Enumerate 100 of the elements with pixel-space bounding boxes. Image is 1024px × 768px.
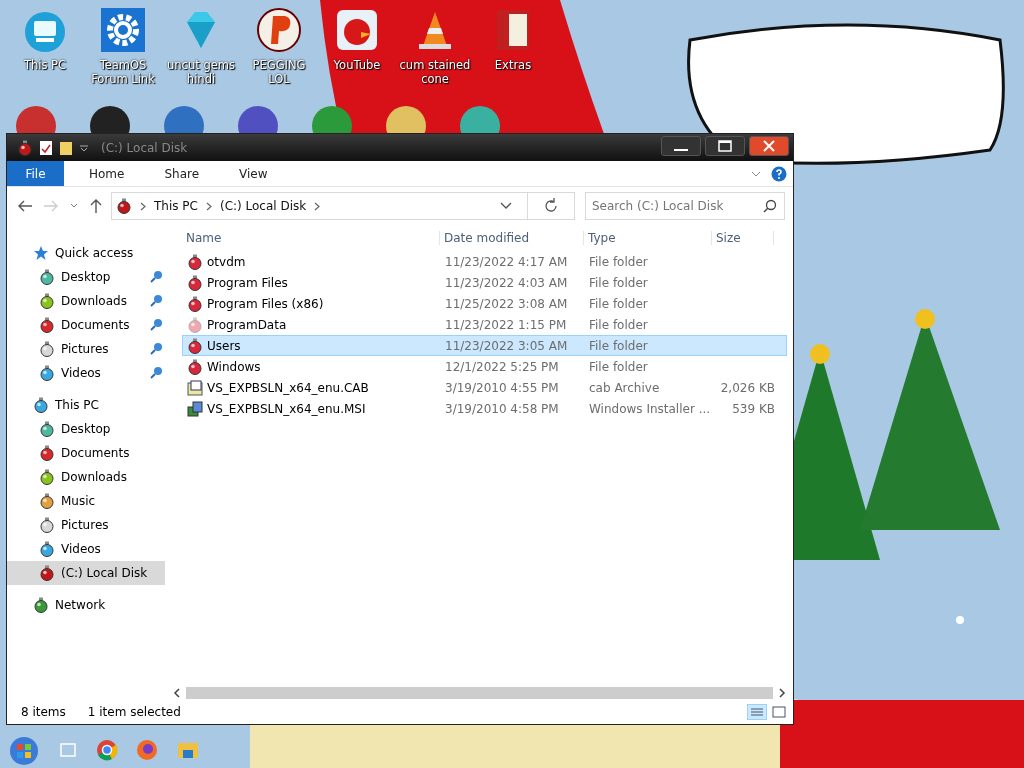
scrollbar-thumb[interactable] [186,687,773,699]
column-header[interactable]: Name [182,231,440,245]
shortcut-icon[interactable] [99,6,147,54]
chevron-icon [205,201,212,211]
file-row[interactable]: Program Files 11/23/2022 4:03 AM File folder [182,272,787,293]
type-cell-text: File folder [588,317,649,332]
date-cell-text: 3/19/2010 4:55 PM [444,380,560,395]
thumbnails-view-icon[interactable] [771,704,787,720]
sidebar-item[interactable]: Videos [7,361,165,385]
file-row[interactable]: VS_EXPBSLN_x64_enu.CAB 3/19/2010 4:55 PM cab Archive 2,026 KB [182,377,787,398]
sidebar-item[interactable]: Downloads [7,289,165,313]
sidebar-item[interactable]: Network [7,593,165,617]
caret-icon [69,202,79,210]
shortcut-icon[interactable] [162,104,206,134]
sidebar-item[interactable]: Desktop [7,265,165,289]
forward-icon [43,199,59,213]
shortcut-icon[interactable] [14,104,58,134]
column-header[interactable]: Date modified [440,231,584,245]
maximize-icon [718,140,732,152]
ribbon-tab[interactable]: View [224,161,283,186]
chrome-icon[interactable] [94,737,120,763]
dropdown-icon[interactable] [79,142,89,153]
sidebar-item[interactable]: Pictures [7,337,165,361]
sidebar-item[interactable]: This PC [7,393,165,417]
file-name: VS_EXPBSLN_x64_enu.CAB [207,380,369,395]
sidebar-item[interactable]: Documents [7,441,165,465]
minimize-button[interactable] [661,136,701,156]
file-name: ProgramData [207,317,287,332]
sidebar-item[interactable]: Pictures [7,513,165,537]
close-icon [763,140,775,152]
shortcut-icon[interactable] [255,6,303,54]
sidebar-item[interactable]: Desktop [7,417,165,441]
up-icon [89,198,103,214]
scroll-left-icon[interactable] [172,688,182,698]
sidebar-item[interactable]: Music [7,489,165,513]
computer-icon [33,397,49,413]
ribbon-tab[interactable]: Share [149,161,215,186]
sidebar-item[interactable]: Videos [7,537,165,561]
date-cell-text: 12/1/2022 5:25 PM [444,359,560,374]
file-row[interactable]: VS_EXPBSLN_x64_enu.MSI 3/19/2010 4:58 PM Windows Installer ... 539 KB [182,398,787,419]
shortcut-icon[interactable] [88,104,132,134]
shortcut-icon[interactable] [236,104,280,134]
search-field[interactable]: Search (C:) Local Disk [585,192,785,220]
type-cell-text: File folder [588,338,649,353]
column-header[interactable]: Size [712,231,774,245]
maximize-button[interactable] [705,136,745,156]
breadcrumb[interactable]: (C:) Local Disk [219,199,307,213]
disk-icon [17,139,33,156]
minimize-icon [674,149,688,151]
type-cell-text: File folder [588,359,649,374]
icon-label: PEGGING LOL [251,58,307,86]
chevron-icon [140,201,146,211]
file-name: otvdm [207,254,246,269]
shortcut-icon[interactable] [384,104,428,134]
date-cell-text: 11/23/2022 3:05 AM [444,338,569,353]
type-cell-text: File folder [588,275,649,290]
firefox-icon[interactable] [134,737,160,763]
icon-label: Extras [494,58,532,72]
sidebar-item[interactable]: Downloads [7,465,165,489]
size-cell-text: 539 KB [731,401,775,416]
close-button[interactable] [749,136,789,156]
icon-label: This PC [23,58,67,72]
sidebar-item[interactable]: (C:) Local Disk [7,561,165,585]
file-name: Users [207,338,241,353]
chevron-icon [314,201,321,211]
star-icon [33,245,49,261]
help-icon[interactable] [771,165,787,182]
ribbon-tab[interactable]: Home [74,161,140,186]
shortcut-icon[interactable] [310,104,354,134]
icon-label: YouTube [333,58,381,72]
sidebar-item[interactable]: Quick access [7,241,165,265]
column-header[interactable]: Type [584,231,712,245]
address-bar[interactable]: This PC (C:) Local Disk [111,192,575,220]
breadcrumb[interactable]: This PC [154,199,198,213]
icon-label: uncut gems hindi [166,58,236,86]
expand-ribbon-icon[interactable] [751,169,761,178]
file-row[interactable]: Program Files (x86) 11/25/2022 3:08 AM File folder [182,293,787,314]
file-row[interactable]: Users 11/23/2022 3:05 AM File folder [182,335,787,356]
scroll-right-icon[interactable] [777,688,787,698]
date-cell-text: 3/19/2010 4:58 PM [444,401,560,416]
properties-icon[interactable] [39,139,53,156]
file-name: VS_EXPBSLN_x64_enu.MSI [207,401,366,416]
sidebar-item[interactable]: Documents [7,313,165,337]
file-row[interactable]: Windows 12/1/2022 5:25 PM File folder [182,356,787,377]
date-cell-text: 11/25/2022 3:08 AM [444,296,569,311]
selection-count: 1 item selected [87,705,181,719]
date-cell-text: 11/23/2022 1:15 PM [444,317,568,332]
size-cell-text: 2,026 KB [719,380,775,395]
type-cell-text: File folder [588,254,649,269]
type-cell-text: File folder [588,296,649,311]
window-title: (C:) Local Disk [101,140,188,155]
file-row[interactable]: ProgramData 11/23/2022 1:15 PM File folder [182,314,787,335]
folder-icon[interactable] [59,139,73,156]
type-cell-text: cab Archive [588,380,661,395]
icon-label: TeamOS Forum Link [90,58,156,86]
shortcut-icon[interactable] [458,104,502,134]
date-cell-text: 11/23/2022 4:17 AM [444,254,569,269]
file-name: Windows [207,359,261,374]
back-icon [17,199,33,213]
file-row[interactable]: otvdm 11/23/2022 4:17 AM File folder [182,251,787,272]
